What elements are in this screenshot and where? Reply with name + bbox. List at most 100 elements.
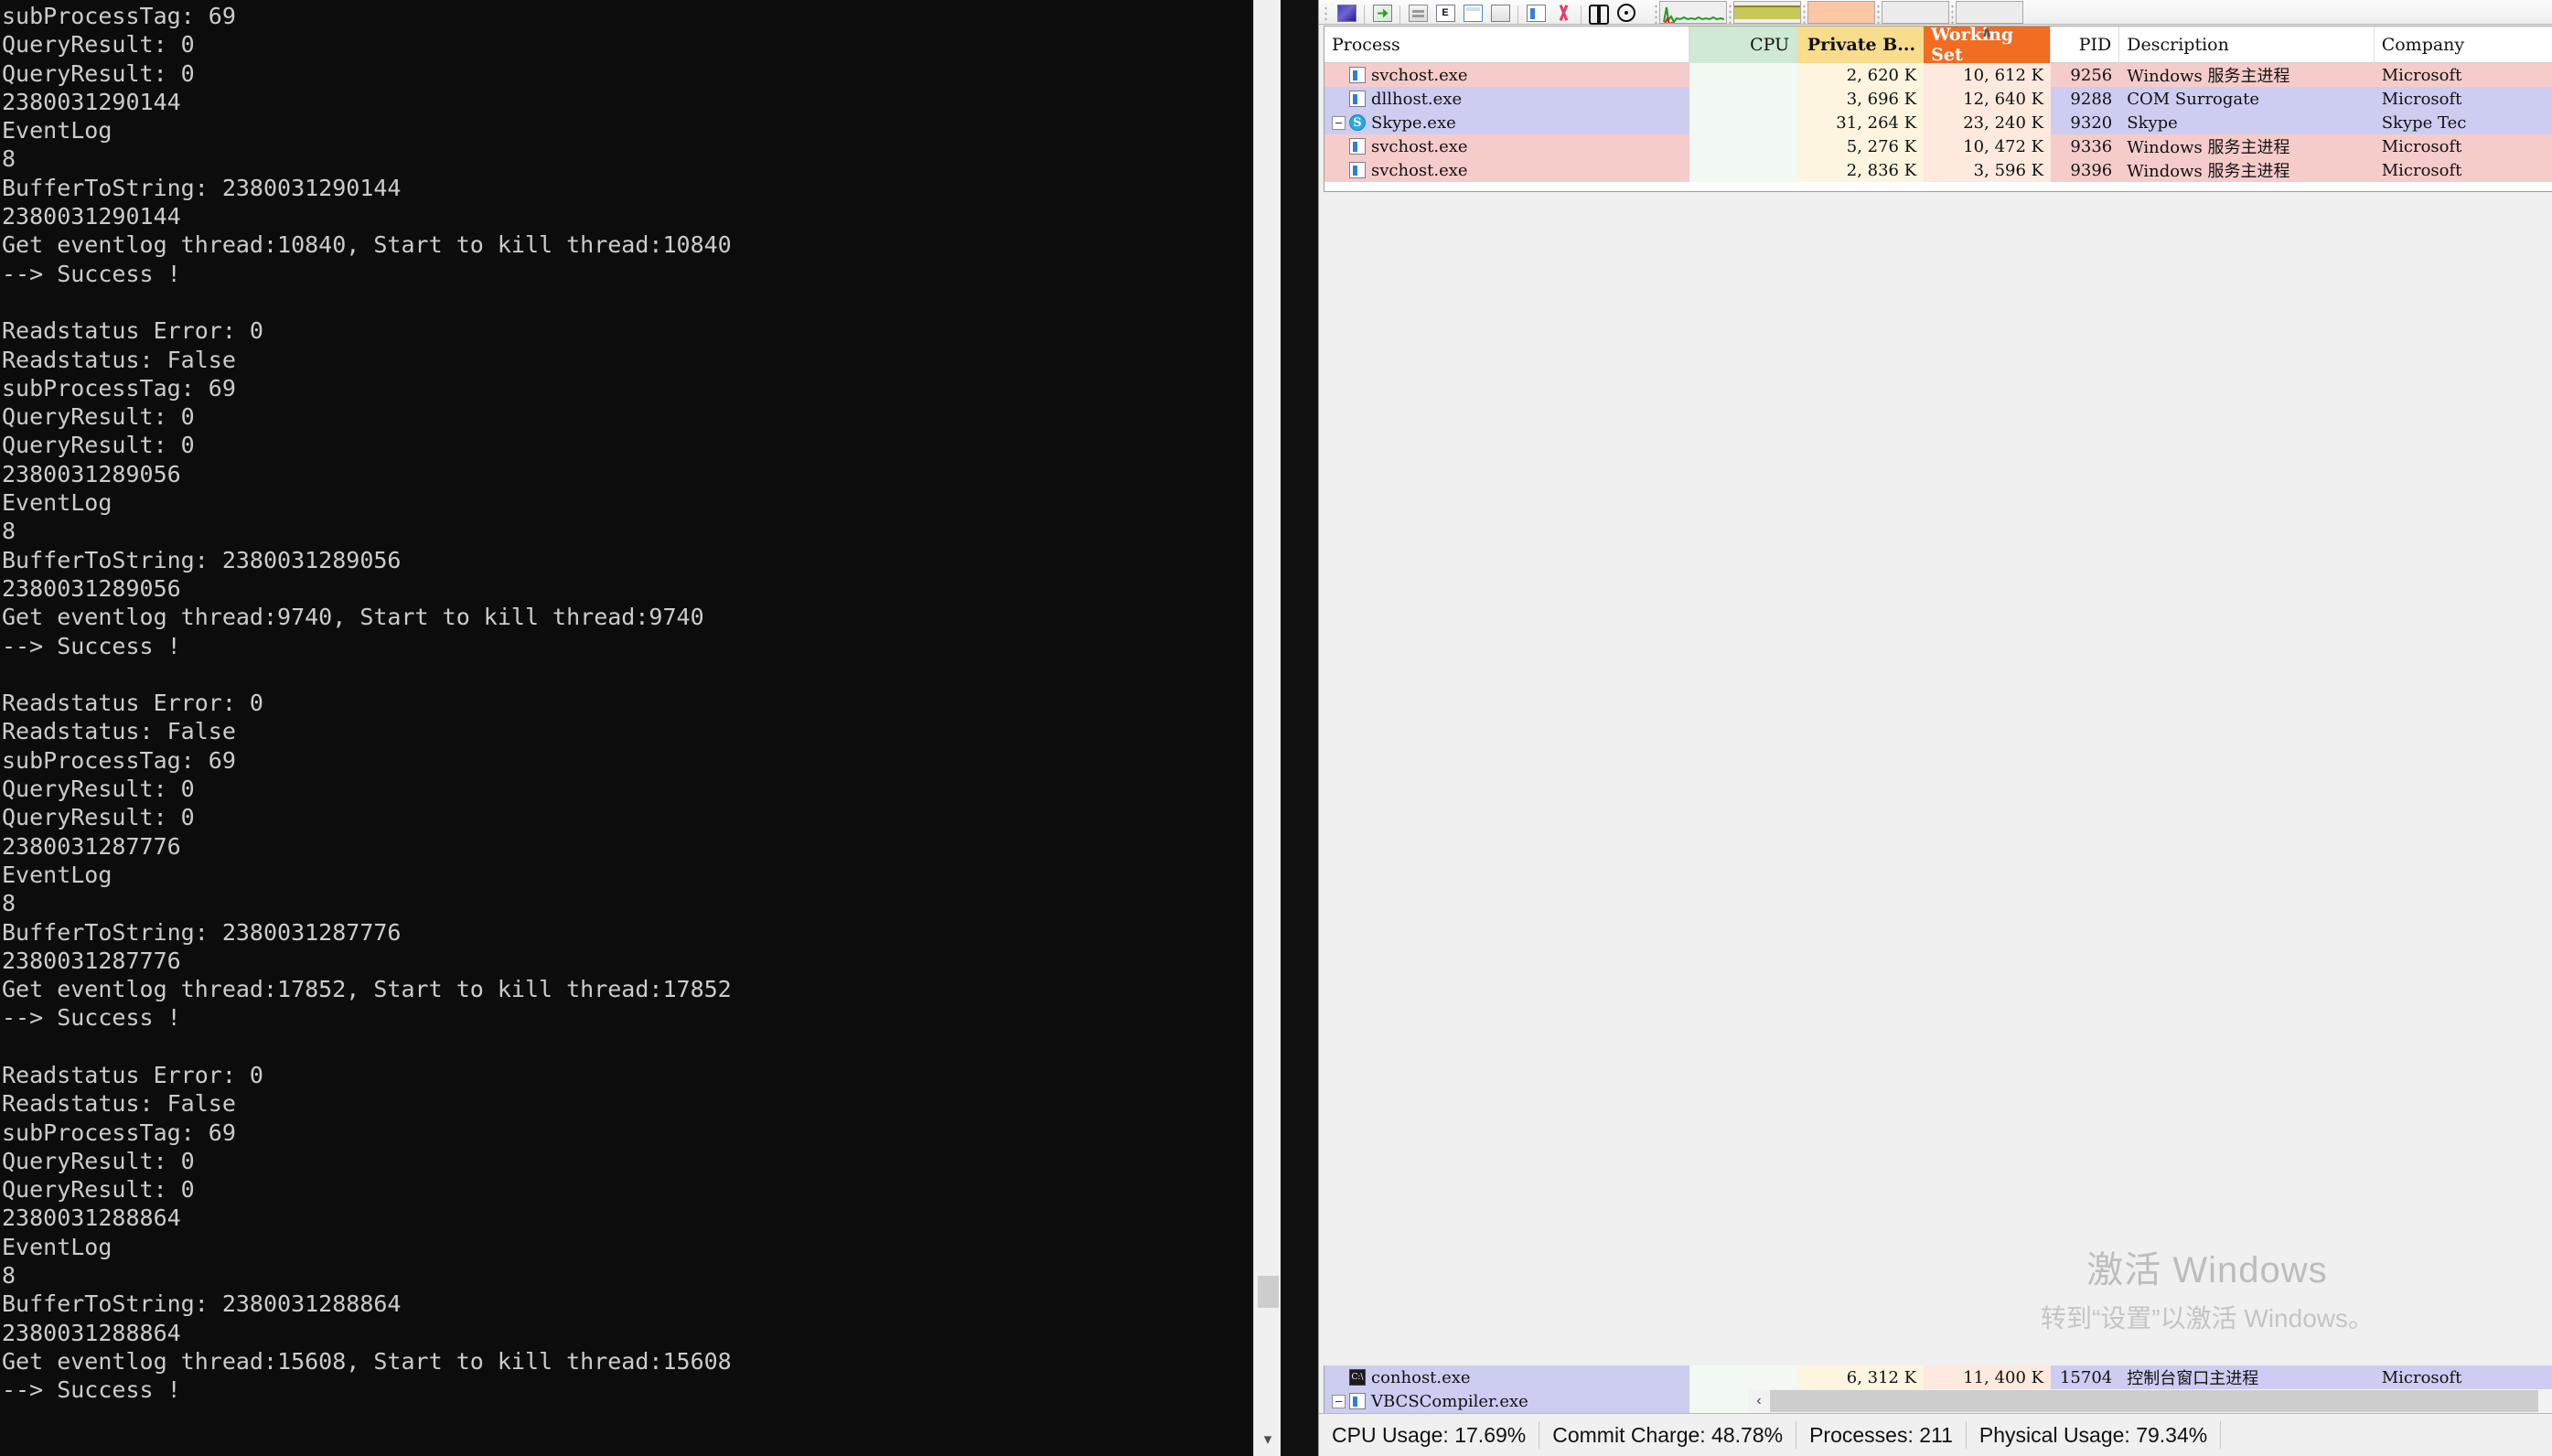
process-explorer-window: E Pr	[1318, 0, 2552, 1456]
table-row[interactable]: SSkype.exe31, 264 K23, 240 K9320SkypeSky…	[1324, 111, 2552, 134]
cell-value: 9288	[2070, 90, 2112, 109]
graph-grip[interactable]	[1875, 3, 1882, 24]
column-label: PID	[2079, 35, 2112, 55]
properties-icon[interactable]: E	[1432, 2, 1458, 24]
status-bar-item: Physical Usage: 79.34%	[1967, 1421, 2221, 1449]
table-cell: VBCSCompiler.exe	[1324, 1389, 1689, 1413]
table-cell: 2, 836 K	[1797, 158, 1924, 182]
scrollbar-thumb[interactable]	[1770, 1390, 2538, 1412]
table-row[interactable]: C:\conhost.exe6, 312 K11, 400 K15704控制台窗…	[1324, 1365, 2552, 1389]
cell-value: 9256	[2070, 66, 2112, 85]
column-label: Company	[2382, 35, 2464, 55]
dll-view-icon[interactable]	[1487, 2, 1513, 24]
process-name: conhost.exe	[1371, 1368, 1471, 1387]
find-handle-icon[interactable]	[1586, 2, 1612, 24]
table-cell: Skype	[2119, 111, 2374, 134]
kill-process-icon[interactable]	[1550, 2, 1576, 24]
table-cell: C:\conhost.exe	[1324, 1365, 1689, 1389]
table-cell: 5, 276 K	[1797, 134, 1924, 158]
windows-activation-watermark: 激活 Windows 转到“设置”以激活 Windows。	[2041, 1240, 2374, 1335]
cell-value: Skype Tec	[2382, 113, 2467, 133]
cell-value: Microsoft	[2382, 161, 2462, 180]
table-row[interactable]: svchost.exe2, 836 K3, 596 K9396Windows 服…	[1324, 158, 2552, 182]
graph-grip[interactable]	[1949, 3, 1956, 24]
skype-icon: S	[1349, 114, 1366, 131]
table-cell: 12, 640 K	[1924, 87, 2051, 111]
system-information-icon[interactable]	[1405, 2, 1431, 24]
process-name: svchost.exe	[1371, 137, 1468, 156]
table-cell: 6, 312 K	[1797, 1365, 1924, 1389]
console-scrollbar[interactable]: ▾	[1253, 0, 1281, 1456]
graph-grip[interactable]	[1653, 3, 1659, 24]
process-column-header[interactable]: Working Set	[1924, 27, 2051, 63]
process-column-header[interactable]: CPU	[1689, 27, 1798, 63]
cell-value: 23, 240 K	[1963, 113, 2043, 133]
target-crosshair-icon[interactable]	[1614, 2, 1639, 24]
table-cell: 23, 240 K	[1924, 111, 2051, 134]
cpu-history-graph[interactable]	[1659, 1, 1727, 24]
table-cell: Windows 服务主进程	[2119, 158, 2374, 182]
console-scroll-down-icon[interactable]: ▾	[1254, 1423, 1281, 1456]
process-list-horizontal-scrollbar[interactable]: ‹	[1748, 1389, 2552, 1413]
toolbar-separator	[1399, 5, 1400, 24]
table-cell: SSkype.exe	[1324, 111, 1689, 134]
refresh-icon[interactable]	[1369, 2, 1395, 24]
gpu-history-graph[interactable]	[1882, 1, 1949, 24]
column-label: Working Set	[1931, 26, 2043, 65]
table-cell: Skype Tec	[2375, 111, 2552, 134]
table-cell: Microsoft	[2375, 134, 2552, 158]
cell-value: 3, 596 K	[1974, 161, 2043, 180]
service-icon	[1349, 138, 1366, 155]
process-name: VBCSCompiler.exe	[1371, 1392, 1528, 1411]
cell-value: 控制台窗口主进程	[2127, 1365, 2258, 1389]
cell-value: 6, 312 K	[1847, 1368, 1916, 1387]
table-row[interactable]: dllhost.exe3, 696 K12, 640 K9288COM Surr…	[1324, 87, 2552, 111]
save-icon[interactable]	[1334, 2, 1359, 24]
cell-value: 15704	[2060, 1368, 2112, 1387]
console-scrollbar-thumb[interactable]	[1258, 1276, 1279, 1308]
toolbar-grip[interactable]	[1323, 4, 1329, 24]
table-cell: Microsoft	[2375, 158, 2552, 182]
process-column-header[interactable]: PID	[2051, 27, 2119, 63]
column-label: Private B...	[1807, 35, 1915, 55]
table-row[interactable]: svchost.exe2, 620 K10, 612 K9256Windows …	[1324, 63, 2552, 87]
table-cell: dllhost.exe	[1324, 87, 1689, 111]
graph-grip[interactable]	[1801, 3, 1807, 24]
table-cell: Microsoft	[2375, 1365, 2552, 1389]
process-list-header[interactable]: Process CPU Private B... Working Set PID Desc…	[1324, 27, 2552, 63]
column-label: Process	[1332, 35, 1400, 55]
process-column-header[interactable]: Process	[1324, 27, 1689, 63]
console-window: subProcessTag: 69 QueryResult: 0 QueryRe…	[0, 0, 1281, 1456]
table-cell: 9320	[2051, 111, 2119, 134]
process-column-header[interactable]: Private B...	[1797, 27, 1924, 63]
table-cell: 控制台窗口主进程	[2119, 1365, 2374, 1389]
process-column-header[interactable]: Description	[2119, 27, 2374, 63]
window-icon[interactable]	[1460, 2, 1485, 24]
process-column-header[interactable]: Company	[2375, 27, 2552, 63]
process-name: dllhost.exe	[1371, 90, 1462, 109]
extra-history-graph[interactable]	[1956, 1, 2023, 24]
table-row[interactable]: svchost.exe 5, 276 K 10, 472 K 9336Windows …	[1324, 134, 2552, 158]
process-list-body[interactable]: svchost.exe2, 620 K10, 612 K9256Windows …	[1324, 63, 2552, 182]
cell-value: 10, 472 K	[1963, 137, 2043, 156]
table-cell: 9288	[2051, 87, 2119, 111]
cell-value: Microsoft	[2382, 137, 2462, 156]
process-view-icon[interactable]	[1523, 2, 1549, 24]
table-cell: Windows 服务主进程	[2119, 134, 2374, 158]
process-name: svchost.exe	[1371, 66, 1468, 85]
io-history-graph[interactable]	[1807, 1, 1875, 24]
scroll-left-icon[interactable]: ‹	[1748, 1393, 1770, 1409]
watermark-line-1: 激活 Windows	[2041, 1240, 2374, 1293]
process-list[interactable]: Process CPU Private B... Working Set PID Desc…	[1324, 26, 2552, 192]
expander-icon[interactable]	[1332, 116, 1346, 130]
table-cell	[1689, 63, 1798, 87]
toolbar-separator	[1517, 5, 1518, 24]
memory-history-graph[interactable]	[1733, 1, 1801, 24]
status-bar-item: Processes: 211	[1796, 1421, 1967, 1449]
table-cell: 9336	[2051, 134, 2119, 158]
cell-value: Microsoft	[2382, 1368, 2462, 1387]
expander-icon[interactable]	[1332, 1395, 1346, 1408]
table-cell: Microsoft	[2375, 63, 2552, 87]
graph-grip[interactable]	[1727, 3, 1733, 24]
table-cell: 3, 696 K	[1797, 87, 1924, 111]
